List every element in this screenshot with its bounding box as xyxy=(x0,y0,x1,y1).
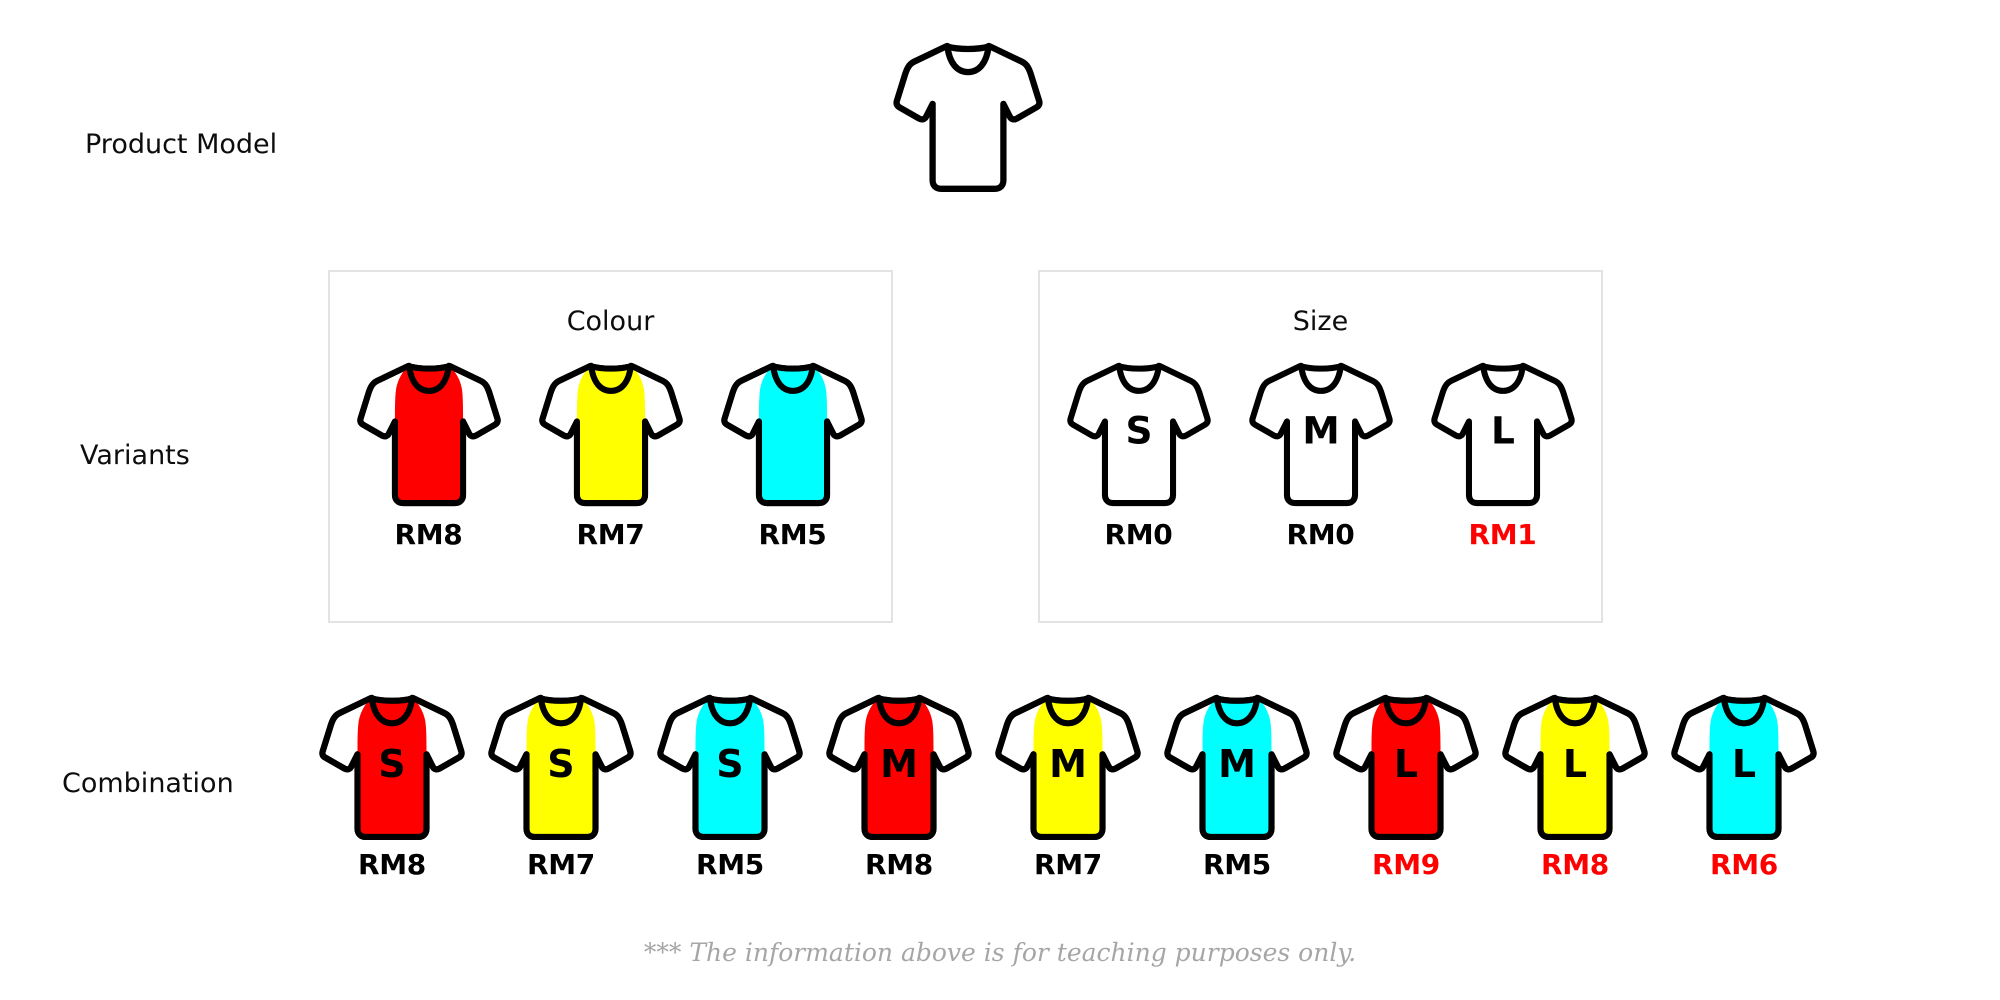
tshirt-yellow xyxy=(538,360,684,510)
shirt-cell-cyan[interactable]: RM5 xyxy=(720,360,866,551)
tshirt-medium: M xyxy=(1248,360,1394,510)
price-label-yellow-medium: RM7 xyxy=(1033,848,1102,881)
shirt-size-letter: S xyxy=(1125,409,1152,453)
variant-group-colour: Colour RM8 RM7 RM5 xyxy=(328,270,893,623)
price-label-red-small: RM8 xyxy=(357,848,426,881)
shirt-cell-red[interactable]: RM8 xyxy=(356,360,502,551)
shirt-cell-yellow-medium[interactable]: M RM7 xyxy=(994,692,1142,881)
shirt-size-letter: L xyxy=(1563,742,1587,786)
tshirt-red xyxy=(356,360,502,510)
tshirt-cyan-small-icon: S xyxy=(657,694,803,841)
price-label-cyan-small: RM5 xyxy=(695,848,764,881)
tshirt-blank-icon xyxy=(893,42,1043,192)
price-label-small: RM0 xyxy=(1104,518,1173,551)
tshirt-cyan-icon xyxy=(720,362,865,507)
tshirt-cyan xyxy=(720,360,866,510)
shirt-cell-red-large[interactable]: L RM9 xyxy=(1332,692,1480,881)
tshirt-yellow-icon xyxy=(538,362,683,507)
shirt-cell-yellow-small[interactable]: S RM7 xyxy=(487,692,635,881)
variant-group-size-title: Size xyxy=(1292,306,1349,337)
variant-group-size: Size S RM0 M RM0 L RM1 xyxy=(1038,270,1603,623)
shirt-body-fill xyxy=(758,366,827,504)
tshirt-yellow-medium: M xyxy=(994,692,1142,844)
price-label-yellow: RM7 xyxy=(576,518,645,551)
price-label-large: RM1 xyxy=(1468,518,1537,551)
tshirt-red-medium: M xyxy=(825,692,973,844)
tshirt-medium-icon: M xyxy=(1248,362,1393,507)
tshirt-cyan-medium: M xyxy=(1163,692,1311,844)
shirt-silhouette xyxy=(893,43,1043,192)
shirt-cell-cyan-small[interactable]: S RM5 xyxy=(656,692,804,881)
row-label-combination: Combination xyxy=(62,768,234,799)
tshirt-red-icon xyxy=(356,362,501,507)
shirt-cell-small[interactable]: S RM0 xyxy=(1066,360,1212,551)
shirt-size-letter: L xyxy=(1491,409,1515,453)
shirt-size-letter: M xyxy=(1049,742,1087,786)
tshirt-red-medium-icon: M xyxy=(826,694,972,841)
shirt-size-letter: S xyxy=(378,742,405,786)
price-label-cyan-medium: RM5 xyxy=(1202,848,1271,881)
shirt-cell-large[interactable]: L RM1 xyxy=(1430,360,1576,551)
shirt-cell-red-small[interactable]: S RM8 xyxy=(318,692,466,881)
variant-group-colour-title: Colour xyxy=(566,306,655,337)
shirt-cell-yellow-large[interactable]: L RM8 xyxy=(1501,692,1649,881)
footer-disclaimer: *** The information above is for teachin… xyxy=(643,938,1357,967)
tshirt-cyan-large-icon: L xyxy=(1671,694,1817,841)
price-label-medium: RM0 xyxy=(1286,518,1355,551)
variant-row-colour: RM8 RM7 RM5 xyxy=(330,360,891,551)
shirt-cell-cyan-medium[interactable]: M RM5 xyxy=(1163,692,1311,881)
row-label-variants: Variants xyxy=(80,440,190,471)
variant-row-size: S RM0 M RM0 L RM1 xyxy=(1040,360,1601,551)
shirt-size-letter: M xyxy=(880,742,918,786)
tshirt-small: S xyxy=(1066,360,1212,510)
tshirt-red-small-icon: S xyxy=(319,694,465,841)
tshirt-small-icon: S xyxy=(1066,362,1211,507)
tshirt-cyan-medium-icon: M xyxy=(1164,694,1310,841)
tshirt-yellow-small-icon: S xyxy=(488,694,634,841)
tshirt-yellow-large: L xyxy=(1501,692,1649,844)
shirt-size-letter: L xyxy=(1732,742,1756,786)
shirt-body-fill xyxy=(576,366,645,504)
price-label-cyan-large: RM6 xyxy=(1709,848,1778,881)
shirt-size-letter: S xyxy=(716,742,743,786)
tshirt-red-large: L xyxy=(1332,692,1480,844)
price-label-yellow-large: RM8 xyxy=(1540,848,1609,881)
price-label-red-large: RM9 xyxy=(1371,848,1440,881)
tshirt-yellow-large-icon: L xyxy=(1502,694,1648,841)
row-label-product-model: Product Model xyxy=(85,129,278,160)
price-label-cyan: RM5 xyxy=(758,518,827,551)
shirt-size-letter: M xyxy=(1302,409,1339,453)
tshirt-cyan-small: S xyxy=(656,692,804,844)
shirt-cell-medium[interactable]: M RM0 xyxy=(1248,360,1394,551)
shirt-cell-cyan-large[interactable]: L RM6 xyxy=(1670,692,1818,881)
shirt-cell-red-medium[interactable]: M RM8 xyxy=(825,692,973,881)
price-label-yellow-small: RM7 xyxy=(526,848,595,881)
tshirt-red-large-icon: L xyxy=(1333,694,1479,841)
tshirt-yellow-small: S xyxy=(487,692,635,844)
product-model-shirt xyxy=(893,38,1043,198)
shirt-size-letter: S xyxy=(547,742,574,786)
shirt-cell-yellow[interactable]: RM7 xyxy=(538,360,684,551)
combination-row: S RM8 S RM7 S RM5 M RM8 M RM7 M RM5 L RM9 L RM8 L RM6 xyxy=(318,692,1818,881)
tshirt-large-icon: L xyxy=(1430,362,1575,507)
shirt-body-fill xyxy=(394,366,463,504)
shirt-size-letter: M xyxy=(1218,742,1256,786)
price-label-red: RM8 xyxy=(394,518,463,551)
price-label-red-medium: RM8 xyxy=(864,848,933,881)
tshirt-cyan-large: L xyxy=(1670,692,1818,844)
tshirt-large: L xyxy=(1430,360,1576,510)
tshirt-yellow-medium-icon: M xyxy=(995,694,1141,841)
shirt-size-letter: L xyxy=(1394,742,1418,786)
tshirt-red-small: S xyxy=(318,692,466,844)
